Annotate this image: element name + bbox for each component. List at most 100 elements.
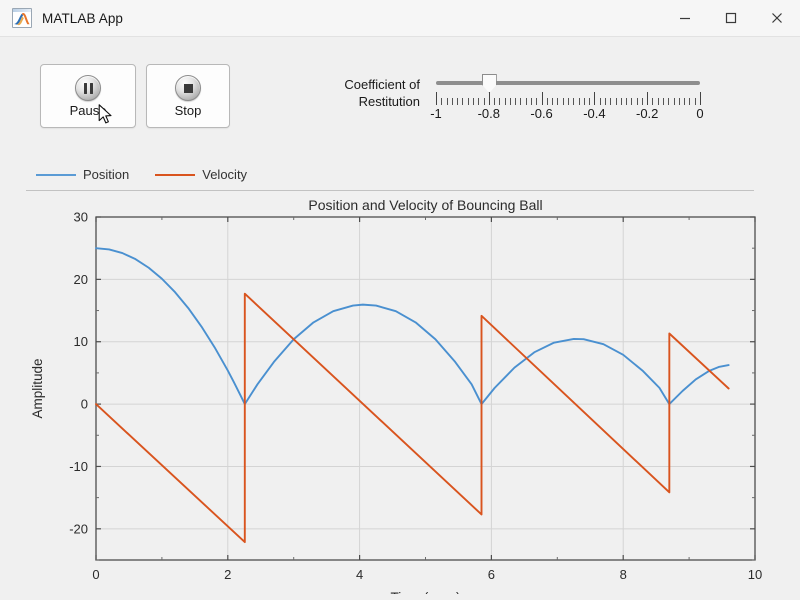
slider-tick-minor [473, 98, 474, 105]
slider-tick-label: -0.6 [530, 106, 553, 121]
plot-box [95, 216, 756, 561]
slider-tick-minor [637, 98, 638, 105]
slider-tick-minor [663, 98, 664, 105]
slider-tick-minor [621, 98, 622, 105]
xtick-label: 0 [92, 567, 99, 582]
bouncing-ball-chart: 0 2 4 6 8 10 -20 -10 0 10 20 30 Position and Veloci… [20, 194, 780, 594]
slider-tick-minor [584, 98, 585, 105]
slider-tick-minor [520, 98, 521, 105]
window-title: MATLAB App [42, 10, 124, 26]
slider-tick-minor [510, 98, 511, 105]
slider-tick-minor [499, 98, 500, 105]
slider-tick-labels: -1 -0.8 -0.6 -0.4 -0.2 0 [430, 106, 704, 124]
close-button[interactable] [754, 0, 800, 36]
xtick-label: 4 [356, 567, 363, 582]
slider-tick-minor [457, 98, 458, 105]
slider-tick-major [700, 92, 701, 105]
slider-tick-minor [484, 98, 485, 105]
series-line-velocity [95, 292, 730, 544]
maximize-button[interactable] [708, 0, 754, 36]
slider-tick-major [542, 92, 543, 105]
slider-tick-minor [600, 98, 601, 105]
ytick-label: -10 [69, 459, 88, 474]
slider-tick-label: -0.4 [583, 106, 606, 121]
slider-tick-minor [526, 98, 527, 105]
slider-tick-minor [478, 98, 479, 105]
legend-entry-position: Position [36, 167, 129, 182]
slider-tick-minor [468, 98, 469, 105]
close-icon [772, 13, 782, 23]
slider-tick-label: -1 [430, 106, 442, 121]
title-bar: MATLAB App [0, 0, 800, 37]
pause-button[interactable]: Pause [40, 64, 136, 128]
legend-swatch-position [36, 173, 76, 176]
window-controls [662, 0, 800, 36]
slider-tick-minor [441, 98, 442, 105]
chart-svg: 0 2 4 6 8 10 -20 -10 0 10 20 30 Position and Veloci… [30, 197, 762, 594]
xtick-label: 10 [748, 567, 762, 582]
minimize-button[interactable] [662, 0, 708, 36]
slider-tick-minor [452, 98, 453, 105]
legend-label-velocity: Velocity [202, 167, 248, 182]
restitution-slider[interactable]: -1 -0.8 -0.6 -0.4 -0.2 0 [430, 72, 704, 128]
chart-xaxis-label: Time (secs) [391, 590, 461, 594]
slider-tick-minor [515, 98, 516, 105]
slider-tick-minor [447, 98, 448, 105]
legend-separator [26, 190, 754, 191]
slider-tick-minor [626, 98, 627, 105]
slider-tick-marks [436, 92, 701, 105]
slider-tick-label: 0 [696, 106, 704, 121]
slider-tick-minor [547, 98, 548, 105]
slider-tick-minor [674, 98, 675, 105]
legend-swatch-velocity [155, 173, 196, 176]
ytick-label: 0 [81, 397, 88, 412]
stop-icon [175, 75, 201, 101]
ytick-label: 10 [74, 334, 88, 349]
slider-tick-minor [684, 98, 685, 105]
pause-bars [83, 82, 93, 94]
pause-button-label: Pause [69, 103, 107, 118]
slider-tick-major [594, 92, 595, 105]
membrane-glyph [14, 13, 30, 26]
slider-tick-minor [695, 98, 696, 105]
slider-tick-minor [579, 98, 580, 105]
coefficient-of-restitution-control: Coefficient of Restitution -1 -0.8 -0.6 -0.… [320, 72, 704, 130]
slider-tick-minor [557, 98, 558, 105]
slider-tick-minor [573, 98, 574, 105]
chart-yaxis-label: Amplitude [30, 358, 45, 418]
slider-tick-major [647, 92, 648, 105]
stop-button-label: Stop [174, 103, 202, 118]
matlab-app-window: MATLAB App Pause Stop Coefficient of Res… [0, 0, 800, 600]
maximize-icon [725, 12, 737, 24]
pause-icon [75, 75, 101, 101]
slider-tick-minor [689, 98, 690, 105]
ytick-label: 20 [74, 272, 88, 287]
xtick-label: 2 [224, 567, 231, 582]
legend-label-position: Position [83, 167, 130, 182]
slider-tick-label: -0.2 [635, 106, 659, 121]
chart-tick-marks [95, 216, 756, 561]
chart-gridlines [96, 217, 755, 560]
stop-square [183, 83, 193, 93]
legend-entry-velocity: Velocity [155, 167, 247, 182]
slider-thumb[interactable] [481, 74, 497, 93]
slider-tick-minor [658, 98, 659, 105]
xtick-label: 6 [488, 567, 495, 582]
slider-tick-minor [631, 98, 632, 105]
xtick-label: 8 [620, 567, 627, 582]
slider-tick-minor [494, 98, 495, 105]
stop-button[interactable]: Stop [146, 64, 230, 128]
slider-tick-minor [610, 98, 611, 105]
slider-tick-minor [536, 98, 537, 105]
slider-tick-minor [462, 98, 463, 105]
slider-tick-minor [668, 98, 669, 105]
slider-tick-minor [531, 98, 532, 105]
slider-track[interactable] [436, 81, 700, 85]
series-line-position [95, 247, 730, 406]
minimize-icon [680, 17, 690, 20]
slider-tick-label: -0.8 [477, 106, 500, 121]
slider-tick-minor [679, 98, 680, 105]
slider-label-line2: Restitution [358, 94, 420, 109]
ytick-label: 30 [74, 210, 88, 225]
slider-tick-minor [505, 98, 506, 105]
